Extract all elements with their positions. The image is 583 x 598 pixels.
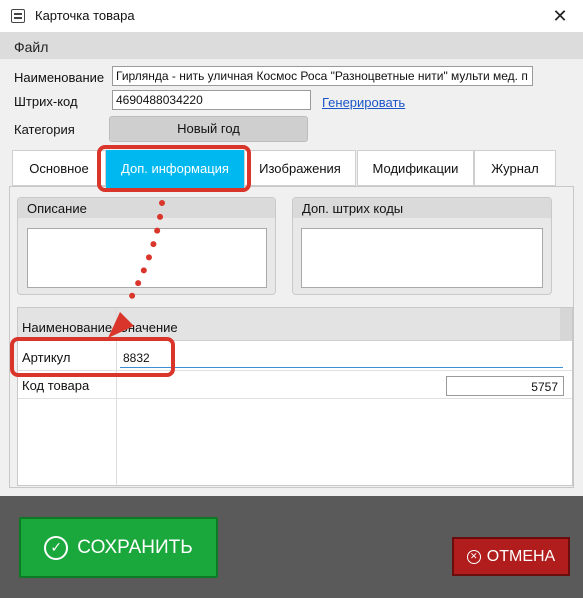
menu-file[interactable]: Файл bbox=[14, 39, 48, 55]
barcode-field[interactable]: 4690488034220 bbox=[112, 90, 311, 110]
save-button[interactable]: ✓ СОХРАНИТЬ bbox=[19, 517, 218, 578]
tab-main[interactable]: Основное bbox=[12, 150, 106, 186]
grid-header: Наименование Значение bbox=[18, 308, 572, 341]
cancel-label: ОТМЕНА bbox=[486, 547, 556, 565]
tab-additional-info[interactable]: Доп. информация bbox=[106, 150, 244, 188]
x-circle-icon: ✕ bbox=[466, 549, 481, 564]
check-circle-icon: ✓ bbox=[44, 535, 69, 560]
grid-scroll[interactable] bbox=[560, 308, 572, 341]
extra-barcodes-list[interactable] bbox=[301, 228, 543, 288]
generate-link[interactable]: Генерировать bbox=[322, 95, 405, 110]
title-bar: Карточка товара ✕ bbox=[0, 0, 583, 32]
extra-barcodes-group: Доп. штрих коды bbox=[292, 197, 552, 295]
product-card-window: Карточка товара ✕ Файл Наименование Гирл… bbox=[0, 0, 583, 598]
save-label: СОХРАНИТЬ bbox=[77, 536, 193, 558]
tab-journal[interactable]: Журнал bbox=[474, 150, 556, 186]
row-name: Артикул bbox=[22, 350, 71, 365]
close-icon[interactable]: ✕ bbox=[549, 5, 571, 27]
category-label: Категория bbox=[14, 122, 75, 137]
app-icon bbox=[11, 9, 25, 23]
category-selector[interactable]: Новый год bbox=[109, 116, 308, 142]
product-code-input[interactable]: 5757 bbox=[446, 376, 564, 396]
extra-barcodes-header: Доп. штрих коды bbox=[293, 198, 551, 218]
description-header: Описание bbox=[18, 198, 275, 218]
grid-col-value[interactable]: Значение bbox=[120, 320, 178, 335]
tab-images[interactable]: Изображения bbox=[244, 150, 356, 186]
name-label: Наименование bbox=[14, 70, 105, 85]
barcode-label: Штрих-код bbox=[14, 94, 78, 109]
name-field[interactable]: Гирлянда - нить уличная Космос Роса "Раз… bbox=[112, 66, 533, 86]
article-input[interactable]: 8832 bbox=[120, 348, 563, 368]
cancel-button[interactable]: ✕ ОТМЕНА bbox=[452, 537, 570, 576]
attributes-grid: Наименование Значение Артикул Код товара bbox=[17, 307, 573, 487]
tab-modifications[interactable]: Модификации bbox=[357, 150, 474, 186]
grid-col-name[interactable]: Наименование bbox=[22, 320, 112, 335]
description-field[interactable] bbox=[27, 228, 267, 288]
window-title: Карточка товара bbox=[35, 8, 135, 23]
description-group: Описание bbox=[17, 197, 276, 295]
menu-bar: Файл bbox=[0, 32, 583, 59]
row-name: Код товара bbox=[22, 378, 90, 393]
